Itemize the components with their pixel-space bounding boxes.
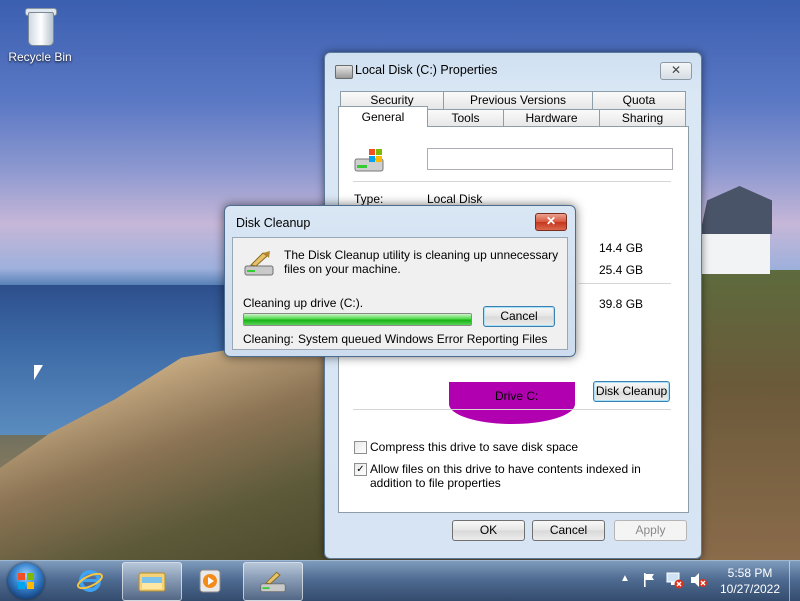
drive-large-icon xyxy=(354,149,384,172)
divider xyxy=(353,409,671,410)
index-checkbox[interactable]: ✓ xyxy=(354,463,367,476)
house-roof xyxy=(700,186,772,234)
shore-background xyxy=(700,270,800,560)
mouse-cursor-icon xyxy=(34,365,43,380)
drive-icon xyxy=(335,65,353,79)
compress-label: Compress this drive to save disk space xyxy=(370,440,579,454)
folder-icon xyxy=(138,572,166,592)
action-center-flag-icon[interactable] xyxy=(642,572,656,588)
used-space-value: 14.4 GB xyxy=(599,241,644,255)
drive-name-input[interactable] xyxy=(427,148,673,170)
volume-muted-icon[interactable] xyxy=(690,572,708,588)
disk-cleanup-taskbar-button[interactable] xyxy=(243,562,303,601)
show-desktop-button[interactable] xyxy=(789,561,800,601)
capacity-value: 39.8 GB xyxy=(599,297,644,311)
recycle-bin-label: Recycle Bin xyxy=(8,50,72,64)
ok-button[interactable]: OK xyxy=(452,520,525,541)
tab-general[interactable]: General xyxy=(338,106,428,127)
start-button[interactable] xyxy=(8,563,44,599)
dialog-message: The Disk Cleanup utility is cleaning up … xyxy=(284,248,559,276)
divider xyxy=(353,181,671,182)
taskbar: ▲ 5:58 PM 10/27/2022 xyxy=(0,560,800,601)
free-space-value: 25.4 GB xyxy=(599,263,644,277)
disk-cleanup-icon xyxy=(260,571,286,593)
tab-quota[interactable]: Quota xyxy=(592,91,686,109)
explorer-taskbar-button[interactable] xyxy=(122,562,182,601)
recycle-bin-icon xyxy=(24,6,57,46)
drive-label: Drive C: xyxy=(495,389,539,403)
house-wall xyxy=(702,234,770,274)
cleaning-item: System queued Windows Error Reporting Fi… xyxy=(298,332,548,346)
dialog-close-button[interactable]: ✕ xyxy=(535,213,567,231)
dialog-title: Disk Cleanup xyxy=(236,216,311,230)
cleaning-label: Cleaning: xyxy=(243,332,294,346)
progress-fill xyxy=(244,314,471,325)
dialog-body: The Disk Cleanup utility is cleaning up … xyxy=(232,237,568,350)
show-hidden-icons-chevron-icon[interactable]: ▲ xyxy=(620,573,630,584)
cleanup-progress-bar xyxy=(243,313,472,326)
tab-previous-versions[interactable]: Previous Versions xyxy=(443,91,593,109)
compress-checkbox[interactable] xyxy=(354,441,367,454)
divider xyxy=(579,283,671,284)
status-label: Cleaning up drive (C:). xyxy=(243,296,364,310)
tab-tools[interactable]: Tools xyxy=(427,109,504,127)
disk-cleanup-button[interactable]: Disk Cleanup xyxy=(593,381,670,402)
dialog-cancel-button[interactable]: Cancel xyxy=(483,306,555,327)
internet-explorer-taskbar-button[interactable] xyxy=(62,562,120,599)
internet-explorer-icon xyxy=(77,570,103,592)
disk-cleanup-icon xyxy=(244,251,274,276)
clock-time[interactable]: 5:58 PM xyxy=(722,566,778,580)
clock-date[interactable]: 10/27/2022 xyxy=(716,582,784,596)
index-label: Allow files on this drive to have conten… xyxy=(370,462,641,490)
apply-button[interactable]: Apply xyxy=(614,520,687,541)
tab-hardware[interactable]: Hardware xyxy=(503,109,600,127)
type-value: Local Disk xyxy=(427,192,483,206)
type-label: Type: xyxy=(354,192,384,206)
media-player-taskbar-button[interactable] xyxy=(182,562,240,599)
tab-sharing[interactable]: Sharing xyxy=(599,109,686,127)
disk-cleanup-dialog: Disk Cleanup ✕ The Disk Cleanup utility … xyxy=(224,205,576,357)
window-title: Local Disk (C:) Properties xyxy=(355,63,498,77)
media-player-icon xyxy=(199,569,221,593)
windows-logo-icon xyxy=(18,573,34,589)
recycle-bin-shortcut[interactable]: Recycle Bin xyxy=(6,6,74,64)
network-error-icon[interactable] xyxy=(666,571,684,589)
cancel-button[interactable]: Cancel xyxy=(532,520,605,541)
close-button[interactable]: ✕ xyxy=(660,62,692,80)
